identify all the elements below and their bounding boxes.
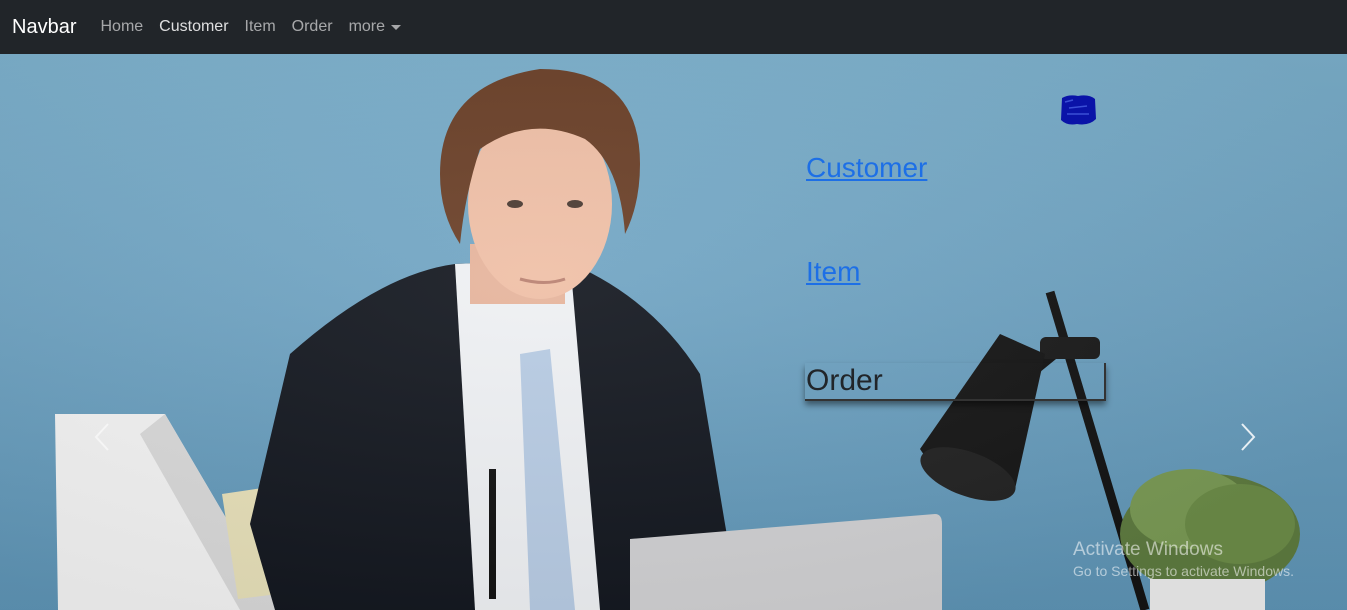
carousel: Customer Item Order Activate Windows Go … xyxy=(0,54,1347,610)
hero-order-button[interactable]: Order xyxy=(805,363,1106,401)
nav-link-order[interactable]: Order xyxy=(292,18,333,36)
brand-logo-icon xyxy=(1061,95,1096,125)
watermark-title: Activate Windows xyxy=(1073,539,1223,560)
nav-more-label: more xyxy=(348,18,386,35)
nav-link-customer[interactable]: Customer xyxy=(159,18,228,36)
chevron-left-icon[interactable] xyxy=(90,420,114,454)
caret-down-icon xyxy=(391,24,402,30)
hero-link-customer[interactable]: Customer xyxy=(806,152,927,184)
activate-windows-watermark: Activate Windows Go to Settings to activ… xyxy=(1073,539,1294,579)
navbar-brand[interactable]: Navbar xyxy=(12,16,76,39)
nav-dropdown-more[interactable]: more xyxy=(348,18,402,36)
chevron-right-icon[interactable] xyxy=(1236,420,1260,454)
navbar: Navbar Home Customer Item Order more xyxy=(0,0,1347,54)
nav-link-home[interactable]: Home xyxy=(100,18,143,36)
watermark-subtitle: Go to Settings to activate Windows. xyxy=(1073,563,1294,579)
hero-link-item[interactable]: Item xyxy=(806,256,860,288)
nav-link-item[interactable]: Item xyxy=(245,18,276,36)
